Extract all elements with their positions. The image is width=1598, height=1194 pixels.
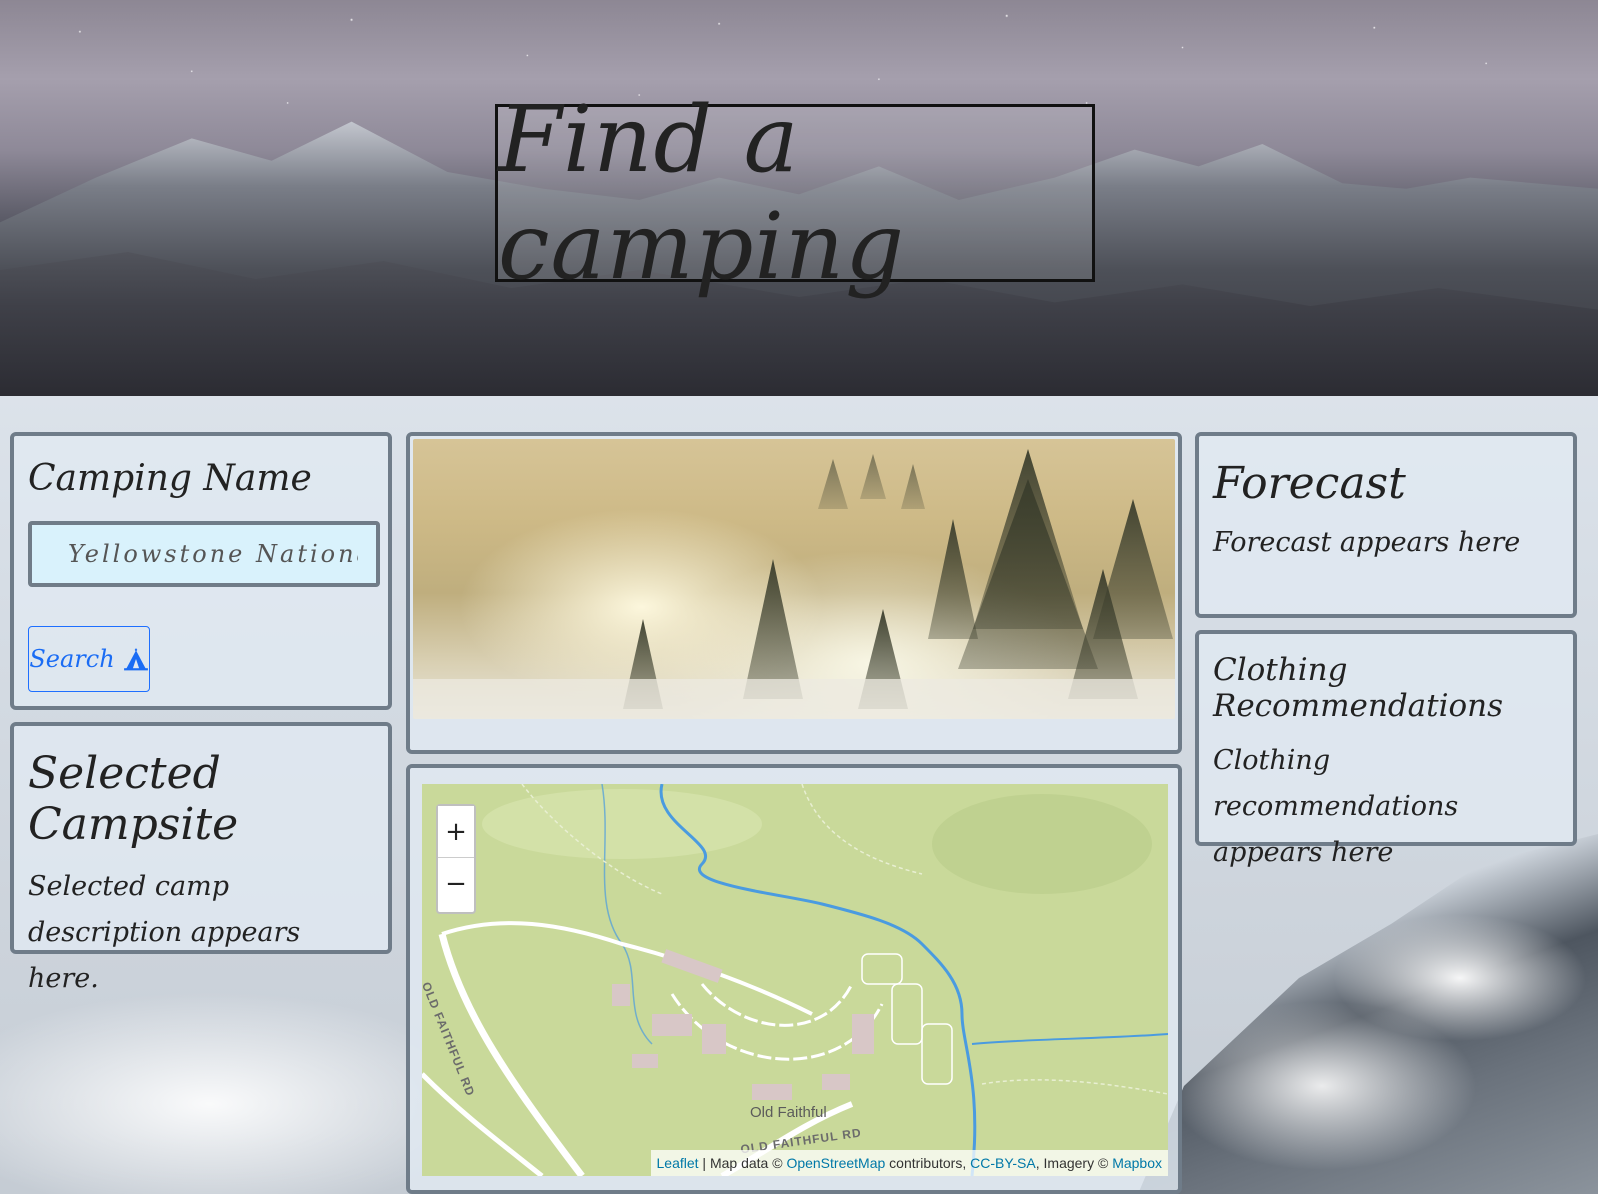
header-banner: Find a camping	[0, 0, 1598, 396]
clothing-text: Clothing recommendations appears here	[1213, 745, 1459, 868]
camping-name-card: Camping Name Search	[10, 432, 392, 710]
camping-name-heading: Camping Name	[28, 458, 312, 499]
selected-campsite-heading: Selected Campsite	[28, 748, 239, 850]
campsite-photo-card	[406, 432, 1182, 754]
openstreetmap-link[interactable]: OpenStreetMap	[786, 1155, 885, 1171]
forecast-text: Forecast appears here	[1213, 527, 1521, 558]
forecast-heading: Forecast	[1213, 458, 1406, 509]
campsite-map[interactable]: OLD FAITHFUL RD Old Faithful OLD FAITHFU…	[422, 784, 1168, 1176]
map-card: OLD FAITHFUL RD Old Faithful OLD FAITHFU…	[406, 764, 1182, 1194]
leaflet-link[interactable]: Leaflet	[657, 1155, 699, 1171]
forest-trees-graphic	[413, 449, 1175, 719]
zoom-in-button[interactable]: +	[438, 806, 474, 858]
cc-by-sa-link[interactable]: CC-BY-SA	[970, 1155, 1036, 1171]
clothing-heading: Clothing Recommendations	[1213, 652, 1504, 724]
map-label-place: Old Faithful	[750, 1104, 827, 1121]
page-title: Find a camping	[498, 86, 906, 300]
title-box: Find a camping	[495, 86, 1095, 300]
map-zoom-control: + −	[436, 804, 476, 914]
selected-campsite-card: Selected Campsite Selected camp descript…	[10, 722, 392, 994]
camping-name-input[interactable]	[28, 521, 380, 587]
attribution-text-3: , Imagery ©	[1035, 1155, 1113, 1171]
campground-icon	[123, 648, 148, 671]
forecast-card: Forecast Forecast appears here	[1195, 432, 1577, 618]
attribution-text-1: | Map data ©	[698, 1155, 787, 1171]
background-mountain	[1138, 834, 1598, 1194]
map-attribution: Leaflet | Map data © OpenStreetMap contr…	[650, 1150, 1168, 1176]
search-button[interactable]: Search	[28, 626, 150, 692]
selected-campsite-description: Selected camp description appears here.	[28, 871, 301, 994]
mapbox-link[interactable]: Mapbox	[1112, 1155, 1162, 1171]
clothing-card: Clothing Recommendations Clothing recomm…	[1195, 630, 1577, 868]
attribution-text-2: contributors,	[885, 1155, 971, 1171]
zoom-out-button[interactable]: −	[438, 858, 474, 910]
search-button-label: Search	[29, 645, 115, 673]
forest-fog-image	[413, 439, 1175, 719]
